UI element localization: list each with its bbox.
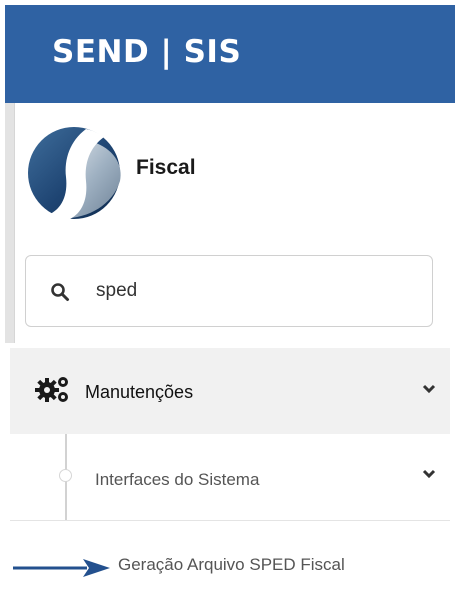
arrow-right-icon (13, 559, 110, 577)
menu-item-interfaces-do-sistema[interactable]: Interfaces do Sistema (10, 434, 450, 520)
chevron-down-icon[interactable] (422, 384, 436, 394)
menu-divider (10, 520, 450, 521)
menu-item-interfaces-label: Interfaces do Sistema (95, 470, 260, 489)
brand-title[interactable]: SEND | SIS (52, 34, 241, 70)
chevron-down-icon[interactable] (422, 469, 436, 479)
menu-item-geracao-sped-fiscal[interactable]: Geração Arquivo SPED Fiscal (118, 555, 345, 575)
menu-item-manutencoes-label: Manutenções (85, 382, 194, 402)
search-icon (51, 283, 69, 301)
app-header: SEND | SIS (5, 5, 455, 103)
menu-item-manutencoes[interactable]: Manutenções (10, 348, 450, 434)
sidebar: Fiscal Manut (5, 103, 455, 607)
gears-icon (35, 377, 68, 402)
search-input[interactable] (96, 274, 406, 308)
search-box[interactable] (25, 255, 433, 327)
sidebar-scrollbar[interactable] (5, 103, 15, 343)
module-title: Fiscal (136, 156, 196, 179)
module-logo-icon (28, 127, 121, 220)
